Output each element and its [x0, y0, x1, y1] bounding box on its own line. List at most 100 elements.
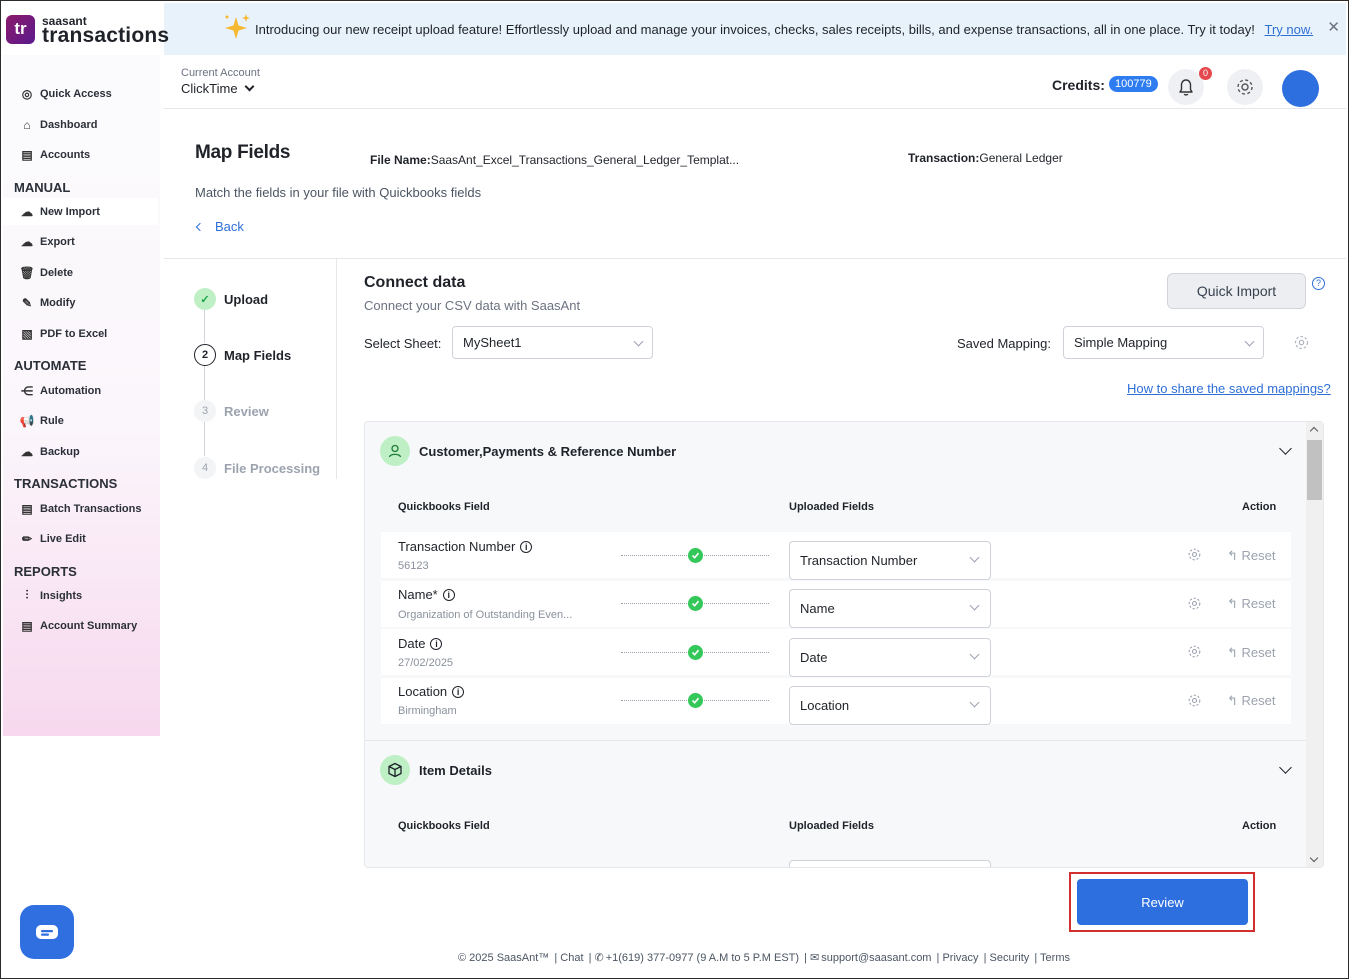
- step-number: 3: [194, 400, 216, 422]
- logo-mark: tr: [6, 15, 35, 44]
- footer-chat-link[interactable]: Chat: [560, 952, 583, 964]
- sidebar-item-dashboard[interactable]: ⌂ Dashboard: [3, 111, 158, 138]
- account-selector[interactable]: ClickTime: [181, 81, 255, 96]
- sidebar-item-rule[interactable]: 📢 Rule: [3, 407, 158, 434]
- check-icon: [688, 548, 703, 563]
- scroll-up-icon[interactable]: [1309, 426, 1319, 436]
- file-name: File Name:SaasAnt_Excel_Transactions_Gen…: [370, 153, 740, 167]
- close-banner-icon[interactable]: ✕: [1327, 18, 1340, 36]
- reset-button[interactable]: ↰ Reset: [1227, 596, 1275, 612]
- sidebar-item-export[interactable]: ☁ Export: [3, 228, 158, 255]
- step-number: 2: [194, 344, 216, 366]
- settings-button[interactable]: [1227, 69, 1263, 105]
- chevron-down-icon: [969, 649, 980, 660]
- chevron-left-icon: [195, 222, 205, 232]
- uploaded-field-select[interactable]: Transaction Number: [789, 541, 991, 580]
- gear-icon[interactable]: [1187, 596, 1202, 611]
- mapping-panel: Customer,Payments & Reference Number Qui…: [364, 421, 1324, 868]
- check-icon: ✓: [194, 288, 216, 310]
- phone-icon: ✆: [594, 952, 604, 964]
- sidebar-item-quick-access[interactable]: ◎ Quick Access: [3, 80, 158, 107]
- uploaded-field-select[interactable]: Location: [789, 686, 991, 725]
- sidebar-item-live-edit[interactable]: ✏ Live Edit: [3, 525, 158, 552]
- gear-icon[interactable]: [1187, 644, 1202, 659]
- gear-icon[interactable]: [1187, 693, 1202, 708]
- chevron-down-icon[interactable]: [1279, 442, 1292, 455]
- step-upload[interactable]: ✓ Upload: [194, 288, 268, 310]
- sidebar-heading-transactions: TRANSACTIONS: [14, 476, 118, 491]
- sidebar-item-delete[interactable]: 🗑 Delete: [3, 259, 158, 286]
- chat-widget-button[interactable]: [20, 905, 74, 959]
- section-header-customer[interactable]: Customer,Payments & Reference Number: [380, 436, 676, 466]
- sidebar-item-automation[interactable]: ⋲ Automation: [3, 377, 158, 404]
- reset-button[interactable]: ↰ Reset: [1227, 645, 1275, 661]
- transaction-type: Transaction:General Ledger: [908, 151, 1063, 165]
- footer-security-link[interactable]: Security: [990, 952, 1030, 964]
- info-icon[interactable]: i: [430, 637, 443, 650]
- gear-icon[interactable]: [1293, 334, 1310, 351]
- step-number: 4: [194, 457, 216, 479]
- step-connector: [204, 310, 205, 343]
- divider: [336, 259, 337, 479]
- step-connector: [204, 422, 205, 456]
- clipboard-icon: ▤: [21, 618, 33, 633]
- pdf-icon: ▧: [21, 326, 33, 341]
- step-map-fields[interactable]: 2 Map Fields: [194, 344, 291, 366]
- help-icon[interactable]: ?: [1312, 277, 1325, 290]
- sidebar-item-pdf-to-excel[interactable]: ▧ PDF to Excel: [3, 320, 158, 347]
- field-name: Name* i: [398, 587, 455, 602]
- connect-data-subtitle: Connect your CSV data with SaasAnt: [364, 298, 581, 313]
- avatar[interactable]: [1282, 70, 1319, 107]
- saved-mapping-label: Saved Mapping:: [957, 336, 1051, 351]
- sidebar-item-backup[interactable]: ☁ Backup: [3, 438, 158, 465]
- uploaded-field-select[interactable]: [789, 860, 991, 867]
- sidebar-heading-reports: REPORTS: [14, 564, 77, 579]
- reset-button[interactable]: ↰ Reset: [1227, 548, 1275, 564]
- column-header-action: Action: [1242, 820, 1277, 832]
- review-button[interactable]: Review: [1077, 879, 1248, 925]
- reset-button[interactable]: ↰ Reset: [1227, 693, 1275, 709]
- chevron-down-icon: [969, 600, 980, 611]
- sidebar-item-modify[interactable]: ✎ Modify: [3, 289, 158, 316]
- quick-import-button[interactable]: Quick Import: [1167, 273, 1306, 309]
- info-icon[interactable]: i: [520, 540, 533, 553]
- field-sample: 27/02/2025: [398, 657, 454, 669]
- column-header-quickbooks: Quickbooks Field: [398, 501, 490, 513]
- sidebar-item-insights[interactable]: ⫶ Insights: [3, 582, 158, 609]
- saved-mapping-select[interactable]: Simple Mapping: [1063, 326, 1264, 359]
- chevron-down-icon: [633, 336, 644, 347]
- scroll-down-icon[interactable]: [1309, 853, 1319, 863]
- section-header-item-details[interactable]: Item Details: [380, 755, 492, 785]
- scroll-thumb[interactable]: [1307, 440, 1322, 500]
- sidebar-heading-manual: MANUAL: [14, 180, 71, 195]
- chevron-down-icon[interactable]: [1279, 761, 1292, 774]
- panel-scrollbar[interactable]: [1306, 422, 1323, 867]
- footer-email-link[interactable]: support@saasant.com: [821, 952, 931, 964]
- announcement-banner: Introducing our new receipt upload featu…: [164, 3, 1346, 55]
- gear-icon[interactable]: [1187, 547, 1202, 562]
- document-icon: ▤: [21, 501, 33, 516]
- chevron-down-icon: [969, 697, 980, 708]
- sidebar: ◎ Quick Access ⌂ Dashboard ▤ Accounts MANUA…: [3, 55, 160, 736]
- uploaded-field-select[interactable]: Name: [789, 589, 991, 628]
- step-review: 3 Review: [194, 400, 269, 422]
- footer-privacy-link[interactable]: Privacy: [942, 952, 978, 964]
- footer-copyright: © 2025 SaasAnt™: [458, 952, 550, 964]
- sidebar-item-batch-transactions[interactable]: ▤ Batch Transactions: [3, 495, 158, 522]
- app-logo[interactable]: tr saasant transactions: [3, 3, 169, 55]
- pencil-icon: ✏: [21, 531, 33, 546]
- footer-terms-link[interactable]: Terms: [1040, 952, 1070, 964]
- check-icon: [688, 645, 703, 660]
- info-icon[interactable]: i: [452, 685, 465, 698]
- sidebar-item-account-summary[interactable]: ▤ Account Summary: [3, 612, 158, 639]
- back-link[interactable]: Back: [195, 219, 244, 234]
- step-connector: [204, 366, 205, 400]
- top-header: Current Account ClickTime Credits: 10077…: [164, 55, 1346, 109]
- info-icon[interactable]: i: [442, 588, 455, 601]
- sidebar-item-new-import[interactable]: ☁ New Import: [3, 198, 158, 225]
- share-mappings-link[interactable]: How to share the saved mappings?: [1127, 381, 1331, 396]
- uploaded-field-select[interactable]: Date: [789, 638, 991, 677]
- try-now-link[interactable]: Try now.: [1265, 22, 1314, 37]
- sheet-select[interactable]: MySheet1: [452, 326, 653, 359]
- sidebar-item-accounts[interactable]: ▤ Accounts: [3, 141, 158, 168]
